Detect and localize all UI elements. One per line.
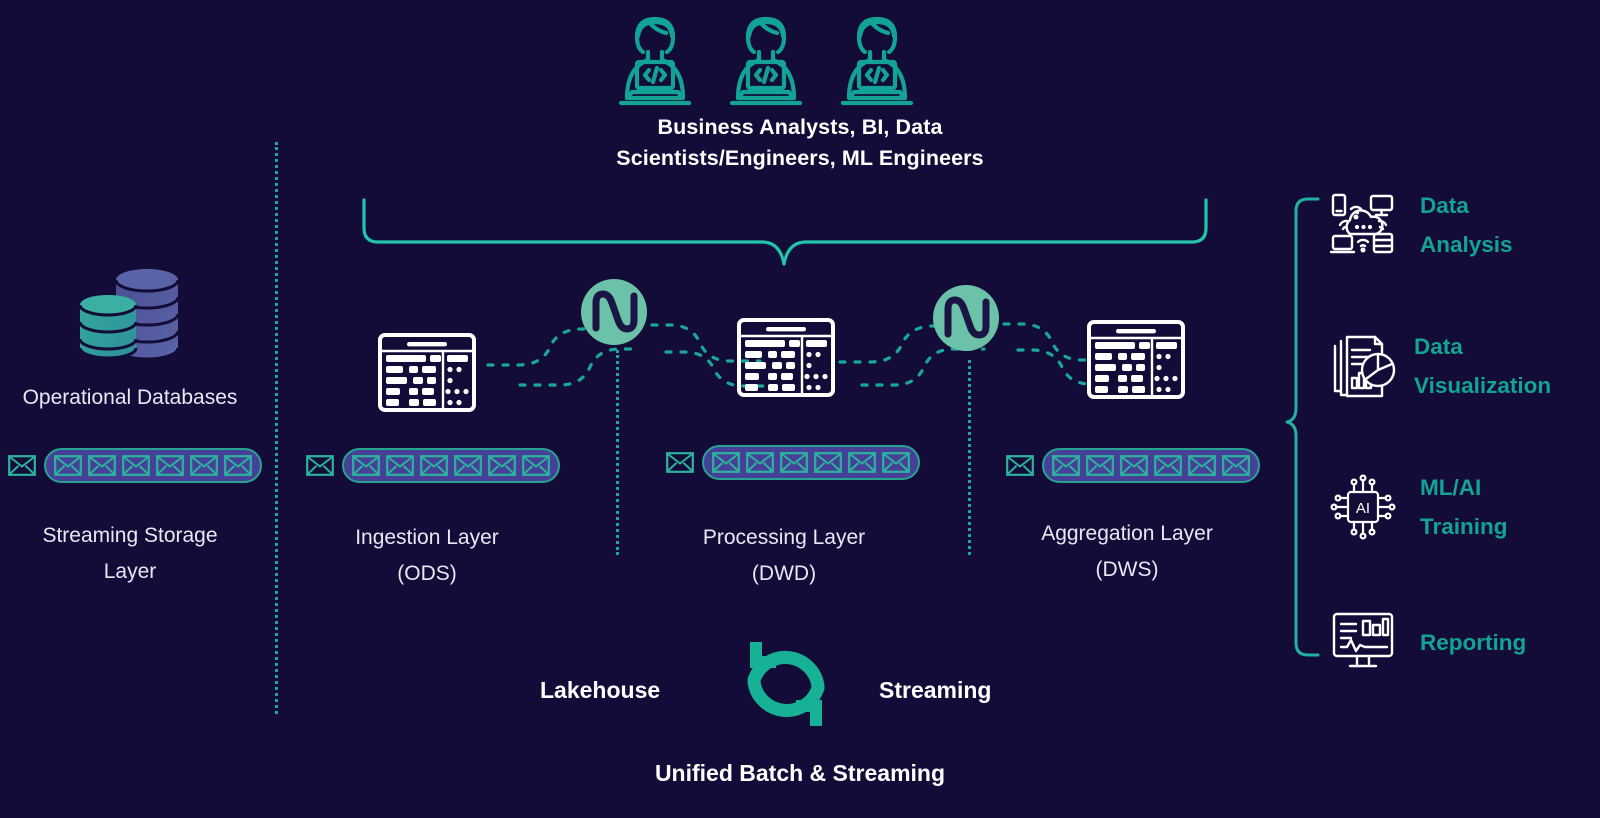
footer-right-word: Streaming: [879, 677, 992, 703]
capability-line2: Training: [1420, 514, 1508, 539]
top-curly-brace: [360, 196, 1210, 268]
capability-label-reporting: Reporting: [1420, 623, 1526, 662]
iot-cloud-devices-icon: [1329, 192, 1396, 258]
envelope-capsule: [342, 448, 560, 483]
layer-code: (DWS): [1095, 558, 1159, 581]
envelope-icon: [814, 452, 842, 473]
envelope-icon: [352, 455, 380, 476]
data-table-icon: [737, 318, 835, 397]
envelope-icon: [488, 455, 516, 476]
envelope-icon: [420, 455, 448, 476]
data-table-icon: [1087, 320, 1185, 399]
envelope-icon: [848, 452, 876, 473]
envelope-icon: [746, 452, 774, 473]
envelope-queue-ingestion: [306, 448, 560, 483]
envelope-icon: [88, 455, 116, 476]
database-stack-icon: [70, 262, 190, 372]
envelope-icon: [1188, 455, 1216, 476]
svg-text:AI: AI: [1356, 500, 1370, 517]
persona-caption-line2: Scientists/Engineers, ML Engineers: [616, 146, 984, 170]
capability-line1: Data: [1420, 193, 1469, 218]
envelope-icon: [386, 455, 414, 476]
envelope-icon: [190, 455, 218, 476]
envelope-icon: [122, 455, 150, 476]
layer-name: Aggregation Layer: [1041, 522, 1213, 545]
envelope-icon: [780, 452, 808, 473]
operational-databases-label: Operational Databases: [22, 386, 238, 409]
envelope-icon: [1222, 455, 1250, 476]
envelope-icon: [8, 455, 36, 476]
envelope-icon: [306, 455, 334, 476]
envelope-icon: [156, 455, 184, 476]
data-table-icon: [378, 333, 476, 412]
envelope-icon: [666, 452, 694, 473]
capability-line2: Visualization: [1414, 373, 1552, 398]
persona-group: [613, 8, 953, 108]
capability-line2: Analysis: [1420, 232, 1513, 257]
envelope-icon: [224, 455, 252, 476]
capability-line1: ML/AI: [1420, 475, 1482, 500]
layer-code: (ODS): [397, 562, 457, 585]
capability-line1: Reporting: [1420, 630, 1527, 655]
envelope-icon: [1086, 455, 1114, 476]
streaming-storage-label-line2: Layer: [103, 560, 157, 583]
envelope-icon: [1052, 455, 1080, 476]
envelope-capsule: [44, 448, 262, 483]
footer-title: Unified Batch & Streaming: [654, 760, 946, 786]
persona-caption-line1: Business Analysts, BI, Data: [657, 115, 943, 139]
circular-sync-arrows-icon: [734, 628, 838, 740]
envelope-icon: [1120, 455, 1148, 476]
section-divider-left: [275, 142, 278, 714]
footer-left-word: Lakehouse: [540, 677, 661, 703]
layer-name: Ingestion Layer: [355, 526, 499, 549]
capability-line1: Data: [1414, 334, 1463, 359]
streaming-storage-label-line1: Streaming Storage: [42, 524, 218, 547]
monitor-analytics-icon: [1332, 612, 1394, 670]
envelope-capsule: [1042, 448, 1260, 483]
ai-chip-icon: AI: [1330, 474, 1396, 540]
envelope-icon: [454, 455, 482, 476]
envelope-queue-processing: [666, 445, 920, 480]
envelope-icon: [712, 452, 740, 473]
stream-engine-logo-icon: [581, 279, 647, 345]
streaming-storage-label: Streaming Storage Layer: [0, 518, 260, 590]
envelope-capsule: [702, 445, 920, 480]
envelope-queue-aggregation: [1006, 448, 1260, 483]
envelope-icon: [1154, 455, 1182, 476]
capability-label-data-visualization: Data Visualization: [1414, 327, 1551, 405]
envelope-icon: [522, 455, 550, 476]
envelope-icon: [882, 452, 910, 473]
report-charts-icon: [1330, 334, 1396, 400]
capability-label-data-analysis: Data Analysis: [1420, 186, 1513, 264]
capabilities-curly-brace: [1285, 196, 1322, 658]
layer-name: Processing Layer: [702, 526, 866, 549]
layer-label-processing: Processing Layer (DWD): [654, 520, 914, 592]
envelope-queue-streaming-storage: [8, 448, 262, 483]
diagram-canvas: Business Analysts, BI, Data Scientists/E…: [0, 0, 1600, 818]
persona-caption: Business Analysts, BI, Data Scientists/E…: [0, 112, 1600, 174]
capability-label-ml-ai-training: ML/AI Training: [1420, 468, 1508, 546]
envelope-icon: [54, 455, 82, 476]
layer-label-aggregation: Aggregation Layer (DWS): [997, 516, 1257, 588]
layer-code: (DWD): [751, 562, 817, 585]
envelope-icon: [1006, 455, 1034, 476]
stream-engine-logo-icon: [933, 285, 999, 351]
layer-label-ingestion: Ingestion Layer (ODS): [297, 520, 557, 592]
